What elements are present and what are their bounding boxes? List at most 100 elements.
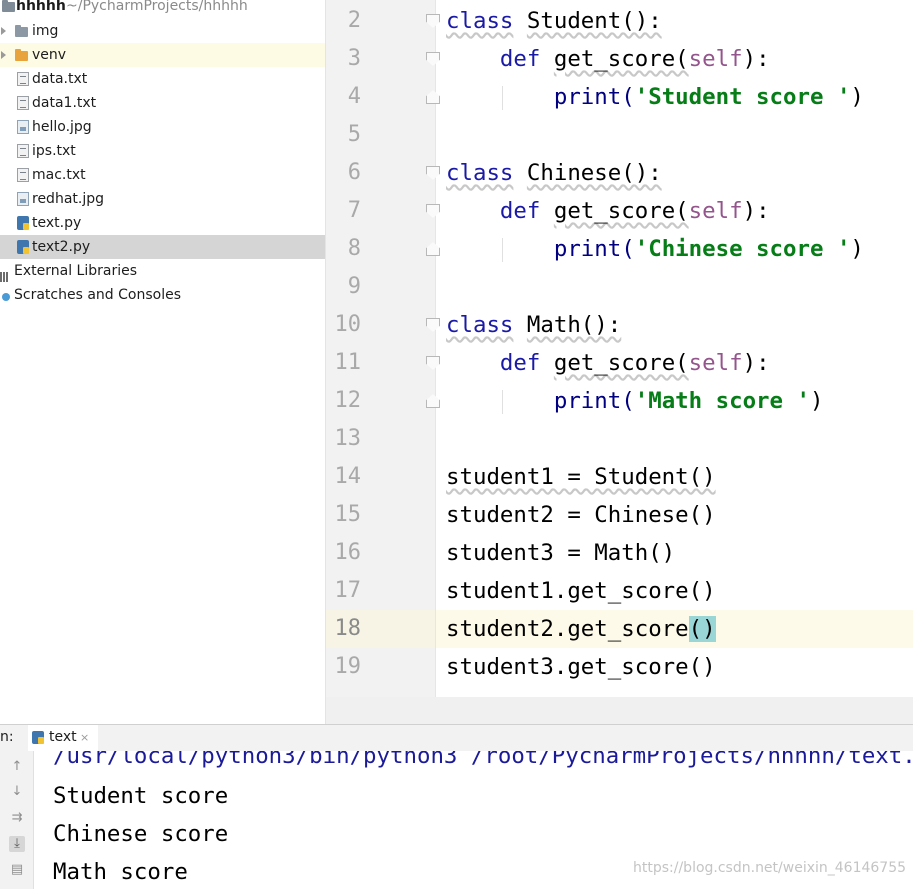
code-line-19[interactable]: 19 student3.get_score() [326, 648, 913, 686]
fold-end-marker-icon[interactable] [426, 90, 440, 104]
console-output-line: Chinese score [53, 821, 229, 847]
fold-marker-icon[interactable] [426, 166, 440, 180]
scroll-to-end-icon[interactable]: ⤓ [9, 836, 25, 852]
text-file-icon [17, 72, 29, 86]
tree-item-label: data.txt [32, 71, 88, 87]
text-file-icon [17, 96, 29, 110]
code-line-13[interactable]: 13 [326, 420, 913, 458]
code-text: print('Chinese score ') [553, 236, 864, 262]
project-root-row[interactable]: hhhhh ~/PycharmProjects/hhhhh [0, 0, 325, 18]
fold-marker-icon[interactable] [426, 52, 440, 66]
fold-end-marker-icon[interactable] [426, 394, 440, 408]
line-number: 5 [347, 122, 361, 147]
current-line-number: 18 [334, 616, 362, 641]
code-text: class Math(): [446, 312, 622, 338]
run-panel-label: n: [0, 729, 14, 745]
code-line-15[interactable]: 15 student2 = Chinese() [326, 496, 913, 534]
code-line-12[interactable]: 12 print('Math score ') [326, 382, 913, 420]
code-line-11[interactable]: 11 def get_score(self): [326, 344, 913, 382]
folder-icon [15, 49, 28, 61]
folder-icon [15, 25, 28, 37]
tree-item-label: venv [32, 47, 67, 63]
tree-item-label: text2.py [32, 239, 91, 255]
line-number: 16 [334, 540, 362, 565]
watermark-text: https://blog.csdn.net/weixin_46146755 [633, 860, 907, 876]
tree-item-text2-py[interactable]: text2.py [0, 235, 325, 259]
fold-end-marker-icon[interactable] [426, 242, 440, 256]
code-text: student1.get_score() [446, 578, 716, 604]
python-file-icon [32, 731, 44, 744]
close-icon[interactable]: × [80, 731, 89, 744]
tree-item-scratches[interactable]: Scratches and Consoles [0, 283, 325, 307]
project-root-path: ~/PycharmProjects/hhhhh [66, 0, 248, 14]
tree-item-redhat-jpg[interactable]: redhat.jpg [0, 187, 325, 211]
fold-marker-icon[interactable] [426, 318, 440, 332]
print-icon[interactable]: ▤ [9, 862, 25, 878]
console-output-line: Student score [53, 783, 229, 809]
fold-marker-icon[interactable] [426, 204, 440, 218]
image-file-icon [17, 120, 29, 134]
fold-marker-icon[interactable] [426, 14, 440, 28]
fold-marker-icon[interactable] [426, 356, 440, 370]
image-file-icon [17, 192, 29, 206]
up-arrow-icon[interactable]: ↑ [9, 759, 25, 775]
run-tab-label: text [49, 729, 77, 745]
code-line-2[interactable]: 2 class Student(): [326, 2, 913, 40]
line-number: 2 [347, 8, 361, 33]
folder-icon [2, 0, 15, 12]
line-number: 13 [334, 426, 362, 451]
run-toolbar: ↑ ↓ ⇉ ⤓ ▤ [0, 751, 34, 889]
tree-item-label: hello.jpg [32, 119, 92, 135]
code-line-8[interactable]: 8 print('Chinese score ') [326, 230, 913, 268]
tree-item-data-txt[interactable]: data.txt [0, 67, 325, 91]
run-tab-text[interactable]: text × [28, 725, 98, 752]
tree-item-img[interactable]: img [0, 19, 325, 43]
code-text: student3.get_score() [446, 654, 716, 680]
tree-item-label: Scratches and Consoles [14, 287, 181, 303]
tree-item-label: redhat.jpg [32, 191, 105, 207]
text-file-icon [17, 168, 29, 182]
tree-item-external-libraries[interactable]: External Libraries [0, 259, 325, 283]
code-line-9[interactable]: 9 [326, 268, 913, 306]
line-number: 8 [347, 236, 361, 261]
tree-item-mac-txt[interactable]: mac.txt [0, 163, 325, 187]
code-text: student1 = Student() [446, 464, 716, 490]
code-line-17[interactable]: 17 student1.get_score() [326, 572, 913, 610]
code-text: student2 = Chinese() [446, 502, 716, 528]
soft-wrap-icon[interactable]: ⇉ [9, 810, 25, 826]
tree-item-text-py[interactable]: text.py [0, 211, 325, 235]
code-line-16[interactable]: 16 student3 = Math() [326, 534, 913, 572]
tree-item-data1-txt[interactable]: data1.txt [0, 91, 325, 115]
code-line-7[interactable]: 7 def get_score(self): [326, 192, 913, 230]
code-text: print('Student score ') [553, 84, 864, 110]
line-number: 12 [334, 388, 362, 413]
tree-item-label: mac.txt [32, 167, 86, 183]
tree-item-hello-jpg[interactable]: hello.jpg [0, 115, 325, 139]
line-number: 11 [334, 350, 362, 375]
tree-item-ips-txt[interactable]: ips.txt [0, 139, 325, 163]
code-line-5[interactable]: 5 [326, 116, 913, 154]
tree-item-label: External Libraries [14, 263, 137, 279]
expand-arrow-icon[interactable] [1, 27, 6, 35]
python-file-icon [17, 240, 29, 254]
code-line-6[interactable]: 6 class Chinese(): [326, 154, 913, 192]
code-line-4[interactable]: 4 print('Student score ') [326, 78, 913, 116]
line-number: 15 [334, 502, 362, 527]
tree-item-label: ips.txt [32, 143, 76, 159]
tree-item-label: img [32, 23, 59, 39]
console-output-line: Math score [53, 859, 188, 885]
code-text: def get_score(self): [499, 350, 770, 376]
code-line-14[interactable]: 14 student1 = Student() [326, 458, 913, 496]
line-number: 4 [347, 84, 361, 109]
down-arrow-icon[interactable]: ↓ [9, 784, 25, 800]
expand-arrow-icon[interactable] [1, 51, 6, 59]
tree-item-venv[interactable]: venv [0, 43, 325, 67]
code-line-3[interactable]: 3 def get_score(self): [326, 40, 913, 78]
code-text: student3 = Math() [446, 540, 676, 566]
line-number: 10 [334, 312, 362, 337]
code-text: class Chinese(): [446, 160, 662, 186]
line-number: 19 [334, 654, 362, 679]
code-line-18-current[interactable]: 18 student2.get_score() [326, 610, 913, 648]
code-line-10[interactable]: 10 class Math(): [326, 306, 913, 344]
code-editor[interactable]: 2 class Student(): 3 def get_score(self)… [326, 0, 913, 724]
